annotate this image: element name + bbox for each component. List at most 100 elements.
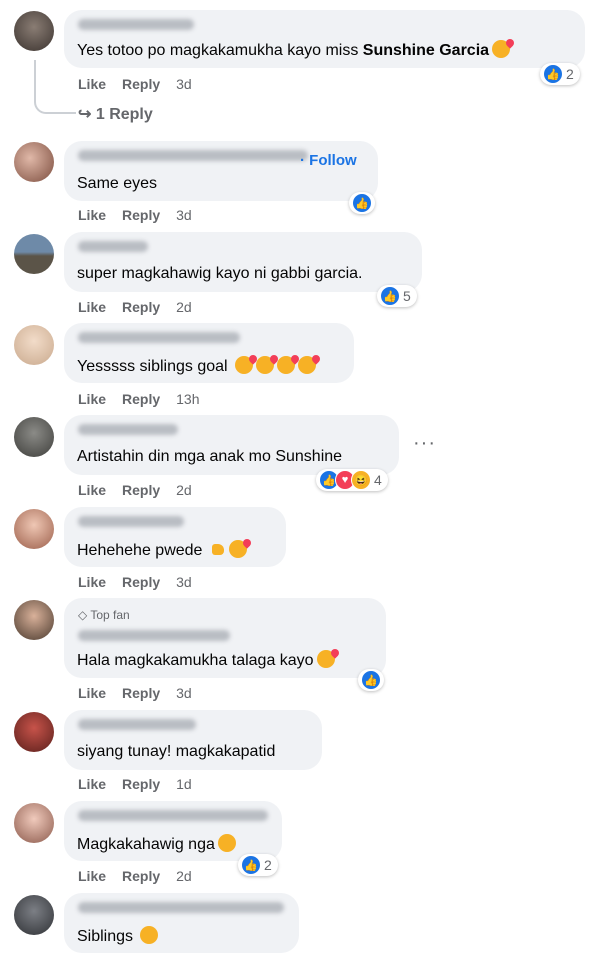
author-name-redacted[interactable]: [78, 150, 308, 161]
reply-button[interactable]: Reply: [122, 574, 160, 590]
comment-bubble: Magkakahawig nga: [64, 801, 282, 861]
timestamp[interactable]: 2d: [176, 299, 192, 315]
comment-actions: Like Reply 3d: [78, 574, 192, 590]
diamond-icon: ◇: [78, 608, 88, 622]
comment-bubble: super magkahawig kayo ni gabbi garcia.: [64, 232, 422, 292]
reaction-count: 2: [264, 857, 272, 873]
comment-actions: Like Reply 3d: [78, 76, 192, 92]
author-name-redacted[interactable]: [78, 630, 230, 641]
reaction-summary[interactable]: 👍: [358, 669, 384, 691]
avatar[interactable]: [14, 234, 54, 274]
reply-button[interactable]: Reply: [122, 685, 160, 701]
view-replies-link[interactable]: ↪ 1 Reply: [78, 104, 153, 124]
smiling-hearts-emoji: [228, 540, 247, 558]
comment-bubble: Artistahin din mga anak mo Sunshine: [64, 415, 399, 475]
like-button[interactable]: Like: [78, 207, 106, 223]
avatar[interactable]: [14, 600, 54, 640]
reply-button[interactable]: Reply: [122, 868, 160, 884]
comment-actions: Like Reply 2d: [78, 482, 192, 498]
author-name-redacted[interactable]: [78, 332, 240, 343]
reaction-summary[interactable]: 👍 2: [540, 63, 580, 85]
avatar[interactable]: [14, 509, 54, 549]
author-name-redacted[interactable]: [78, 424, 178, 435]
comment-actions: Like Reply 3d: [78, 207, 192, 223]
avatar[interactable]: [14, 142, 54, 182]
comment-actions: Like Reply 13h: [78, 391, 200, 407]
smiling-hearts-emoji: [235, 356, 254, 374]
author-name-redacted[interactable]: [78, 810, 268, 821]
like-button[interactable]: Like: [78, 685, 106, 701]
timestamp[interactable]: 1d: [176, 776, 192, 792]
reaction-count: 2: [566, 66, 574, 82]
timestamp[interactable]: 3d: [176, 207, 192, 223]
comment-bubble: Yes totoo po magkakamukha kayo miss Suns…: [64, 10, 585, 68]
comment-text: siyang tunay! magkakapatid: [77, 743, 276, 760]
like-button[interactable]: Like: [78, 391, 106, 407]
like-reaction-icon: 👍: [241, 855, 261, 875]
author-name-redacted[interactable]: [78, 902, 284, 913]
like-button[interactable]: Like: [78, 482, 106, 498]
comment-text: Yesssss siblings goal: [77, 356, 317, 376]
reaction-summary[interactable]: 👍: [349, 192, 375, 214]
timestamp[interactable]: 3d: [176, 685, 192, 701]
timestamp[interactable]: 2d: [176, 482, 192, 498]
comment-text: Magkakahawig nga: [77, 834, 236, 854]
comment-bubble: siyang tunay! magkakapatid: [64, 710, 322, 770]
comment-bubble: Hehehehe pwede: [64, 507, 286, 567]
more-options-icon[interactable]: ···: [413, 432, 436, 455]
author-name-redacted[interactable]: [78, 719, 196, 730]
reply-button[interactable]: Reply: [122, 299, 160, 315]
smiling-hearts-emoji: [256, 356, 275, 374]
comment-bubble: ◇ Top fan Hala magkakamukha talaga kayo: [64, 598, 386, 678]
like-button[interactable]: Like: [78, 299, 106, 315]
timestamp[interactable]: 3d: [176, 574, 192, 590]
top-fan-badge: ◇ Top fan: [78, 608, 130, 622]
comment-text: super magkahawig kayo ni gabbi garcia.: [77, 265, 363, 282]
like-button[interactable]: Like: [78, 574, 106, 590]
follow-button[interactable]: · Follow: [300, 152, 357, 169]
author-name-redacted[interactable]: [78, 19, 194, 30]
avatar[interactable]: [14, 417, 54, 457]
reaction-count: 5: [403, 288, 411, 304]
avatar[interactable]: [14, 803, 54, 843]
smiling-hearts-emoji: [277, 356, 296, 374]
comment-bubble: · Follow Same eyes: [64, 141, 378, 201]
smiling-hearts-emoji: [492, 40, 511, 58]
smiling-emoji: [217, 834, 236, 852]
comment-text: Same eyes: [77, 175, 158, 192]
avatar[interactable]: [14, 11, 54, 51]
avatar[interactable]: [14, 712, 54, 752]
avatar[interactable]: [14, 895, 54, 935]
reply-button[interactable]: Reply: [122, 76, 160, 92]
reply-button[interactable]: Reply: [122, 391, 160, 407]
comment-actions: Like Reply 2d: [78, 299, 192, 315]
author-name-redacted[interactable]: [78, 241, 148, 252]
author-name-redacted[interactable]: [78, 516, 184, 527]
thread-line: [34, 60, 76, 114]
like-button[interactable]: Like: [78, 776, 106, 792]
like-reaction-icon: 👍: [361, 670, 381, 690]
reply-button[interactable]: Reply: [122, 482, 160, 498]
like-button[interactable]: Like: [78, 76, 106, 92]
comment-text: Yes totoo po magkakamukha kayo miss Suns…: [77, 40, 511, 60]
mention-link[interactable]: Sunshine Garcia: [363, 42, 489, 59]
comment-actions: Like Reply 2d: [78, 868, 192, 884]
timestamp[interactable]: 3d: [176, 76, 192, 92]
reaction-summary[interactable]: 👍 5: [377, 285, 417, 307]
comment-bubble: Siblings: [64, 893, 299, 953]
like-reaction-icon: 👍: [543, 64, 563, 84]
reply-button[interactable]: Reply: [122, 776, 160, 792]
smiling-hearts-emoji: [316, 650, 335, 668]
comment-text: Siblings: [77, 926, 159, 946]
timestamp[interactable]: 2d: [176, 868, 192, 884]
like-reaction-icon: 👍: [380, 286, 400, 306]
reply-arrow-icon: ↪: [78, 106, 92, 123]
timestamp[interactable]: 13h: [176, 391, 199, 407]
reaction-summary[interactable]: 👍 2: [238, 854, 278, 876]
smiling-hearts-emoji: [298, 356, 317, 374]
like-button[interactable]: Like: [78, 868, 106, 884]
reply-button[interactable]: Reply: [122, 207, 160, 223]
reaction-summary[interactable]: 👍 ♥ 😆 4: [316, 469, 388, 491]
comment-text: Hehehehe pwede: [77, 540, 247, 560]
avatar[interactable]: [14, 325, 54, 365]
